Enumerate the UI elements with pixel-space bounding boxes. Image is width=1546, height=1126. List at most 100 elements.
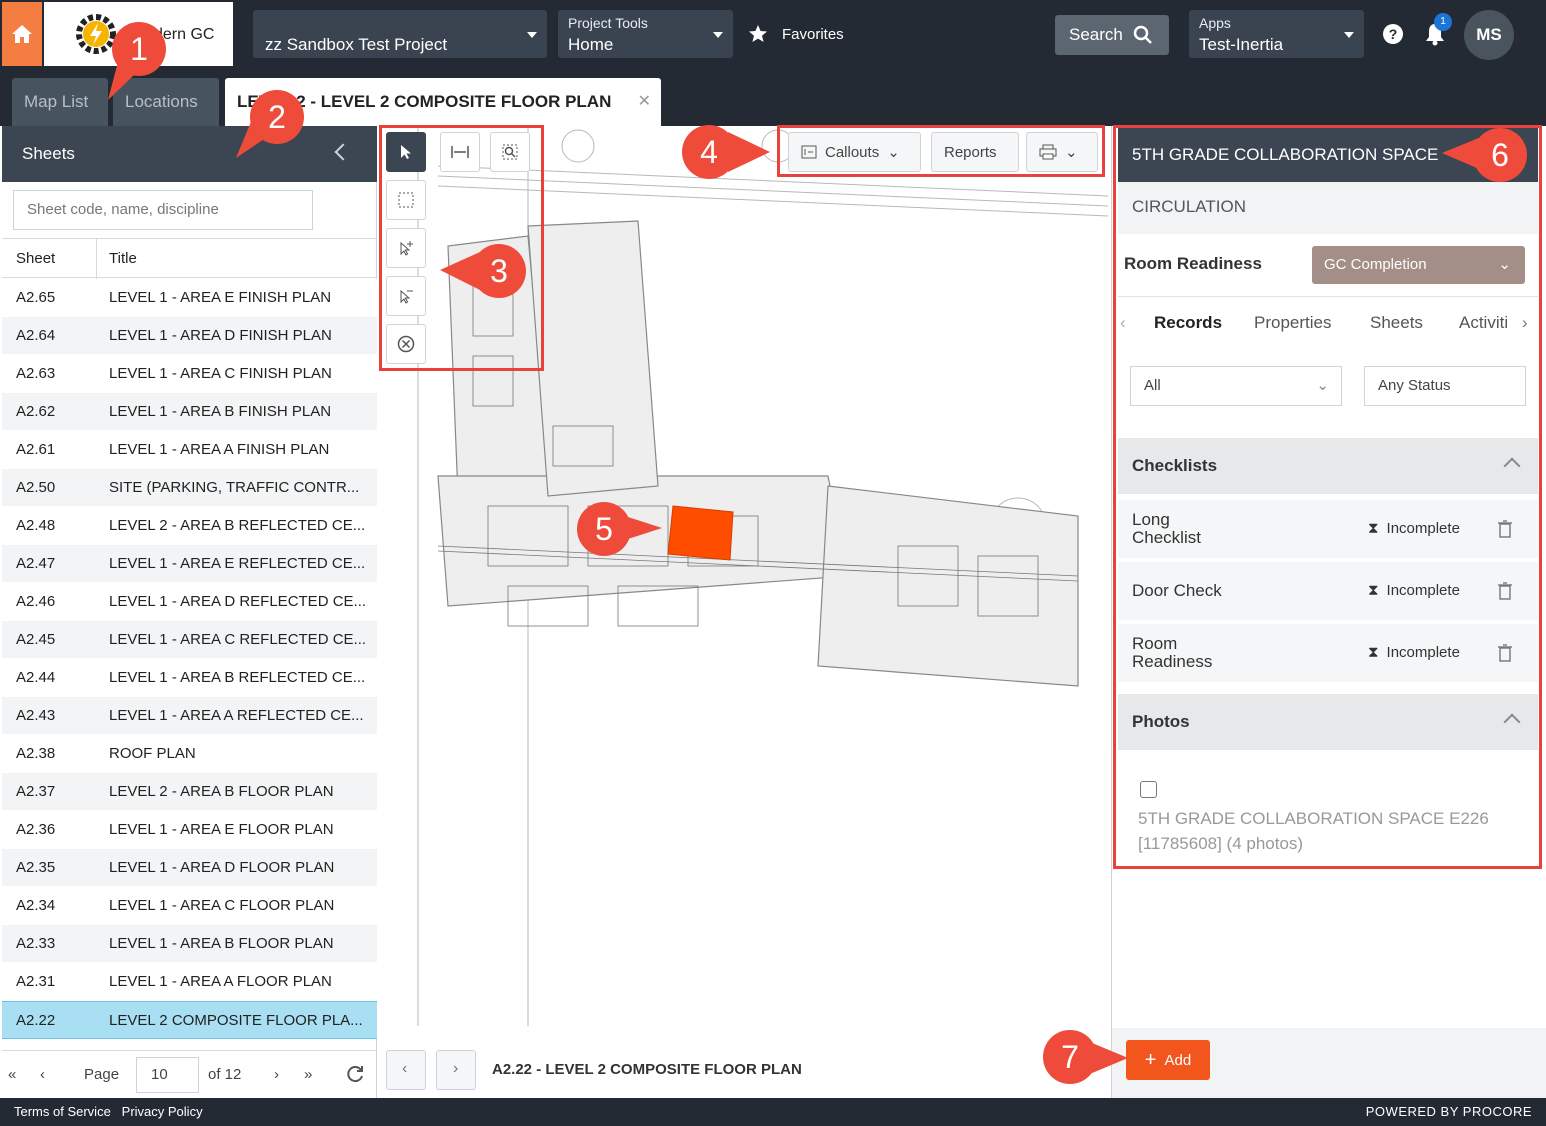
sheet-code: A2.34 — [16, 897, 56, 914]
favorites-button[interactable]: Favorites — [748, 24, 844, 44]
sheet-title: LEVEL 1 - AREA D REFLECTED CE... — [109, 593, 367, 610]
sheet-row[interactable]: A2.43 LEVEL 1 - AREA A REFLECTED CE... — [2, 697, 377, 735]
sheet-title: LEVEL 2 - AREA B FLOOR PLAN — [109, 783, 334, 800]
terms-link[interactable]: Terms of Service — [14, 1104, 111, 1119]
sheet-row[interactable]: A2.33 LEVEL 1 - AREA B FLOOR PLAN — [2, 925, 377, 963]
sheet-row[interactable]: A2.50 SITE (PARKING, TRAFFIC CONTR... — [2, 469, 377, 507]
footer-bar: Terms of Service Privacy Policy POWERED … — [0, 1098, 1546, 1126]
sheet-title: LEVEL 1 - AREA B FINISH PLAN — [109, 403, 332, 420]
sheet-row[interactable]: A2.22 LEVEL 2 COMPOSITE FLOOR PLA... — [2, 1001, 377, 1039]
caret-down-icon — [713, 32, 723, 38]
sheet-code: A2.65 — [16, 289, 56, 306]
sheet-row[interactable]: A2.34 LEVEL 1 - AREA C FLOOR PLAN — [2, 887, 377, 925]
project-tools-selector[interactable]: Project Tools Home — [558, 10, 733, 58]
help-icon[interactable]: ? — [1383, 24, 1403, 44]
annotation-badge: 4 — [682, 125, 736, 179]
sheet-code: A2.44 — [16, 669, 56, 686]
prev-page-icon[interactable]: ‹ — [40, 1066, 45, 1083]
sheet-code: A2.48 — [16, 517, 56, 534]
last-page-icon[interactable]: » — [304, 1066, 312, 1083]
apps-label: Apps — [1199, 15, 1231, 31]
sheets-table-header: Sheet Title — [2, 238, 377, 279]
sheet-row[interactable]: A2.44 LEVEL 1 - AREA B REFLECTED CE... — [2, 659, 377, 697]
sheet-row[interactable]: A2.64 LEVEL 1 - AREA D FINISH PLAN — [2, 317, 377, 355]
first-page-icon[interactable]: « — [8, 1066, 16, 1083]
tab-map-list[interactable]: Map List — [12, 78, 108, 126]
next-sheet-button[interactable]: › — [436, 1050, 476, 1090]
sheet-row[interactable]: A2.46 LEVEL 1 - AREA D REFLECTED CE... — [2, 583, 377, 621]
sheet-row[interactable]: A2.63 LEVEL 1 - AREA C FINISH PLAN — [2, 355, 377, 393]
refresh-icon[interactable] — [345, 1064, 365, 1084]
sheet-title: SITE (PARKING, TRAFFIC CONTR... — [109, 479, 360, 496]
project-tools-value: Home — [568, 35, 614, 54]
sheet-code: A2.61 — [16, 441, 56, 458]
home-icon — [12, 25, 32, 43]
sheet-row[interactable]: A2.47 LEVEL 1 - AREA E REFLECTED CE... — [2, 545, 377, 583]
plus-icon: + — [1144, 1048, 1157, 1071]
annotation-box-toolbar — [777, 125, 1105, 177]
sheet-search-input[interactable]: Sheet code, name, discipline — [13, 190, 313, 230]
sheet-title: LEVEL 1 - AREA D FLOOR PLAN — [109, 859, 335, 876]
star-icon — [749, 25, 767, 42]
sheet-row[interactable]: A2.35 LEVEL 1 - AREA D FLOOR PLAN — [2, 849, 377, 887]
privacy-link[interactable]: Privacy Policy — [122, 1104, 203, 1119]
column-divider — [96, 239, 97, 279]
sheet-code: A2.37 — [16, 783, 56, 800]
annotation-badge: 5 — [577, 502, 631, 556]
sheet-row[interactable]: A2.48 LEVEL 2 - AREA B REFLECTED CE... — [2, 507, 377, 545]
home-button[interactable] — [2, 2, 42, 66]
favorites-label: Favorites — [782, 25, 844, 43]
sheet-code: A2.36 — [16, 821, 56, 838]
search-button[interactable]: Search — [1055, 15, 1169, 55]
sheet-title: LEVEL 1 - AREA A FINISH PLAN — [109, 441, 330, 458]
sheet-code: A2.35 — [16, 859, 56, 876]
close-icon[interactable]: ✕ — [638, 78, 651, 126]
top-nav: dern GC zz Sandbox Test Project Project … — [0, 0, 1546, 68]
annotation-badge: 3 — [472, 244, 526, 298]
add-label: Add — [1164, 1051, 1192, 1069]
sheet-title: LEVEL 1 - AREA C REFLECTED CE... — [109, 631, 367, 648]
sheet-code: A2.64 — [16, 327, 56, 344]
sheet-row[interactable]: A2.36 LEVEL 1 - AREA E FLOOR PLAN — [2, 811, 377, 849]
sheet-row[interactable]: A2.62 LEVEL 1 - AREA B FINISH PLAN — [2, 393, 377, 431]
sheet-title: LEVEL 2 COMPOSITE FLOOR PLA... — [109, 1012, 363, 1029]
chevron-right-icon: › — [453, 1060, 459, 1077]
sheet-code: A2.31 — [16, 973, 56, 990]
tab-bar: Map List Locations LEVEL 2 - LEVEL 2 COM… — [0, 68, 1546, 126]
prev-sheet-button[interactable]: ‹ — [386, 1050, 426, 1090]
next-page-icon[interactable]: › — [274, 1066, 279, 1083]
notification-count-badge: 1 — [1434, 13, 1452, 31]
annotation-badge: 6 — [1473, 128, 1527, 182]
column-sheet[interactable]: Sheet — [16, 250, 55, 267]
sheet-title: LEVEL 1 - AREA A REFLECTED CE... — [109, 707, 364, 724]
sheet-code: A2.45 — [16, 631, 56, 648]
sheet-row[interactable]: A2.65 LEVEL 1 - AREA E FINISH PLAN — [2, 279, 377, 317]
column-title[interactable]: Title — [109, 250, 137, 267]
detail-footer: + Add — [1112, 1028, 1546, 1098]
search-label: Search — [1069, 25, 1123, 44]
tab-locations[interactable]: Locations — [113, 78, 219, 126]
annotation-box-detail — [1113, 125, 1542, 869]
selected-location-highlight[interactable] — [667, 505, 734, 561]
sheet-title: LEVEL 1 - AREA C FINISH PLAN — [109, 365, 332, 382]
annotation-badge: 1 — [112, 22, 166, 76]
sheet-title: LEVEL 1 - AREA A FLOOR PLAN — [109, 973, 332, 990]
sheet-row[interactable]: A2.38 ROOF PLAN — [2, 735, 377, 773]
sheet-code: A2.33 — [16, 935, 56, 952]
sheet-code: A2.63 — [16, 365, 56, 382]
sheet-row[interactable]: A2.37 LEVEL 2 - AREA B FLOOR PLAN — [2, 773, 377, 811]
sheet-caption: A2.22 - LEVEL 2 COMPOSITE FLOOR PLAN — [492, 1061, 802, 1078]
add-button[interactable]: + Add — [1126, 1040, 1210, 1080]
sheet-title: LEVEL 1 - AREA D FINISH PLAN — [109, 327, 332, 344]
sheet-code: A2.43 — [16, 707, 56, 724]
apps-selector[interactable]: Apps Test-Inertia — [1189, 10, 1364, 58]
sheet-row[interactable]: A2.45 LEVEL 1 - AREA C REFLECTED CE... — [2, 621, 377, 659]
search-icon — [1133, 25, 1152, 44]
project-selector[interactable]: zz Sandbox Test Project — [253, 10, 547, 58]
chevron-left-icon[interactable] — [334, 143, 352, 161]
page-number-input[interactable]: 10 — [136, 1057, 199, 1093]
sheet-row[interactable]: A2.31 LEVEL 1 - AREA A FLOOR PLAN — [2, 963, 377, 1001]
sheet-title: LEVEL 1 - AREA B REFLECTED CE... — [109, 669, 366, 686]
user-avatar[interactable]: MS — [1464, 10, 1514, 60]
sheet-row[interactable]: A2.61 LEVEL 1 - AREA A FINISH PLAN — [2, 431, 377, 469]
